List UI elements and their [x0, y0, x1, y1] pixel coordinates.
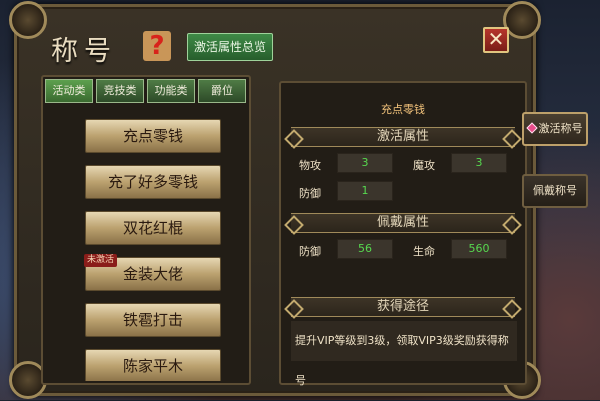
stat-label: 魔攻 [413, 159, 435, 172]
title-item[interactable]: 陈家平木 [85, 349, 221, 381]
inactive-badge: 未激活 [84, 254, 118, 267]
stat-value: 560 [451, 239, 507, 259]
title-item-label: 金装大佬 [122, 265, 183, 283]
title-item[interactable]: 双花红棍 [85, 211, 221, 245]
category-tabs: 活动类 竞技类 功能类 爵位 [45, 79, 246, 103]
ornament-corner [9, 1, 47, 39]
help-icon[interactable]: ? [143, 31, 171, 61]
stat-label: 防御 [299, 245, 321, 258]
attribute-overview-button[interactable]: 激活属性总览 [187, 33, 273, 61]
stat-label: 生命 [413, 245, 435, 258]
title-item[interactable]: 铁雹打击 [85, 303, 221, 337]
title-list[interactable]: 充点零钱 充了好多零钱 双花红棍 金装大佬 未激活 铁雹打击 陈家平木 [49, 109, 243, 381]
gem-icon [525, 122, 538, 134]
stat-label: 防御 [299, 187, 321, 200]
close-button[interactable]: ✕ [483, 27, 509, 53]
title-window: 称号 ? 激活属性总览 ✕ 活动类 竞技类 功能类 爵位 充点零钱 充了好多零钱… [9, 1, 541, 399]
stat-value: 1 [337, 181, 393, 201]
stat-value: 56 [337, 239, 393, 259]
stat-value: 3 [337, 153, 393, 173]
title-detail-panel: 充点零钱 激活属性 物攻 3 魔攻 3 防御 1 佩戴属性 防御 56 生命 5… [279, 81, 527, 387]
tab-activity[interactable]: 活动类 [45, 79, 93, 103]
obtain-method-text: 提升VIP等级到3级，领取VIP3级奖励获得称号 [291, 321, 517, 387]
side-tab-label: 激活称号 [538, 122, 583, 135]
side-tab-activate-title[interactable]: 激活称号 [522, 112, 588, 146]
activate-attributes-header: 激活属性 [291, 127, 515, 147]
title-item[interactable]: 金装大佬 未激活 [84, 254, 221, 291]
title-list-panel: 活动类 竞技类 功能类 爵位 充点零钱 充了好多零钱 双花红棍 金装大佬 未激活… [41, 75, 251, 385]
tab-competitive[interactable]: 竞技类 [96, 79, 144, 103]
title-item[interactable]: 充点零钱 [85, 119, 221, 153]
title-item[interactable]: 充了好多零钱 [85, 165, 221, 199]
window-title: 称号 [51, 36, 117, 67]
selected-title-name: 充点零钱 [381, 103, 425, 116]
stat-value: 3 [451, 153, 507, 173]
wear-attributes-header: 佩戴属性 [291, 213, 515, 233]
obtain-method-header: 获得途径 [291, 297, 515, 317]
tab-nobility[interactable]: 爵位 [198, 79, 246, 103]
stat-label: 物攻 [299, 159, 321, 172]
tab-function[interactable]: 功能类 [147, 79, 195, 103]
side-tab-wear-title[interactable]: 佩戴称号 [522, 174, 588, 208]
